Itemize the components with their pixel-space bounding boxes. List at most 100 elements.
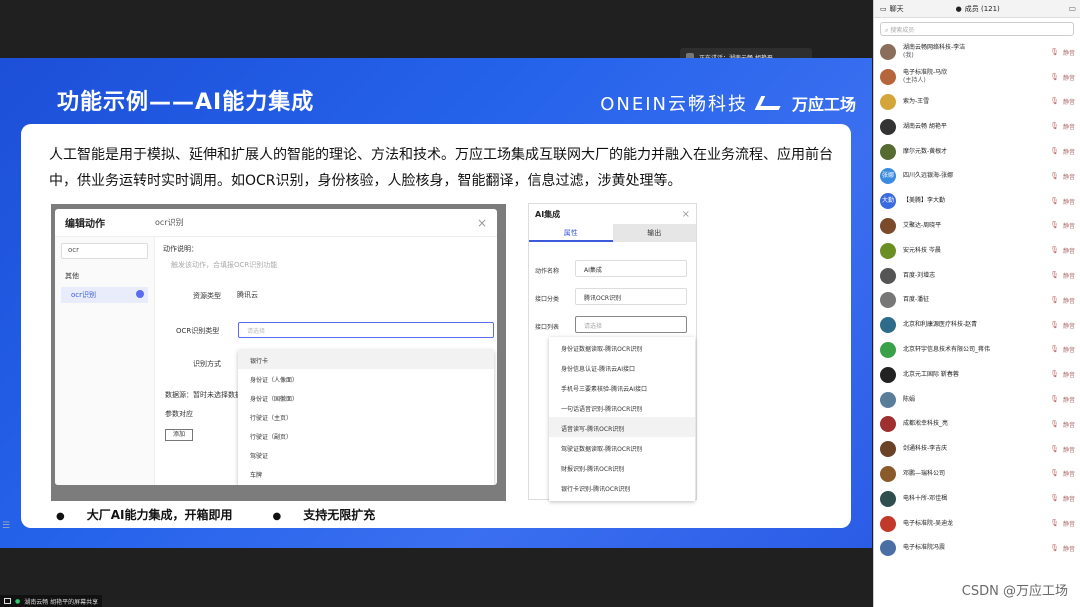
- mic-muted-icon[interactable]: 🎙: [1050, 395, 1059, 404]
- interface-list-select[interactable]: 请选择: [575, 316, 687, 333]
- mic-muted-icon[interactable]: 🎙: [1050, 296, 1059, 305]
- mic-muted-icon[interactable]: 🎙: [1050, 445, 1059, 454]
- member-row[interactable]: 张娜 四川久远银海-张娜 🎙 静音: [874, 164, 1080, 189]
- close-icon[interactable]: ×: [682, 209, 690, 220]
- selected-action-item[interactable]: ocr识别: [61, 287, 148, 303]
- ocr-type-option[interactable]: 文本: [238, 483, 494, 485]
- avatar: [880, 515, 896, 532]
- member-actions: 🎙 静音: [1050, 271, 1075, 280]
- member-row[interactable]: 北京和利康源医疗科技-赵青 🎙 静音: [874, 313, 1080, 338]
- mute-label: 静音: [1062, 347, 1075, 355]
- member-row[interactable]: 湖南云畅网络科技-李洁 (我) 🎙 静音: [874, 40, 1080, 65]
- add-button[interactable]: 添加: [165, 429, 193, 441]
- member-name: 剑通科技-李吉庆: [903, 445, 1050, 453]
- interface-option[interactable]: 银行卡识别-腾讯OCR识别: [549, 477, 695, 497]
- mic-muted-icon[interactable]: 🎙: [1050, 73, 1059, 82]
- member-row[interactable]: 大勤 【美腾】李大勤 🎙 静音: [874, 189, 1080, 214]
- mic-muted-icon[interactable]: 🎙: [1050, 469, 1059, 478]
- interface-option[interactable]: 驾驶证数据读取-腾讯OCR识别: [549, 437, 695, 457]
- ocr-type-option[interactable]: 驾驶证: [238, 445, 494, 464]
- avatar: [880, 317, 896, 334]
- member-row[interactable]: 电子标准院冯震 🎙 静音: [874, 536, 1080, 561]
- member-name: 百度-刘增志: [903, 272, 1050, 280]
- mic-muted-icon[interactable]: 🎙: [1050, 519, 1059, 528]
- mic-muted-icon[interactable]: 🎙: [1050, 97, 1059, 106]
- search-input[interactable]: ocr: [61, 243, 148, 259]
- interface-option[interactable]: 手机号三要素核验-腾讯云AI接口: [549, 377, 695, 397]
- member-search-input[interactable]: ⌕ 搜索成员: [880, 22, 1074, 36]
- sidebar-toggle-icon[interactable]: ☰: [2, 520, 16, 532]
- mic-muted-icon[interactable]: 🎙: [1050, 172, 1059, 181]
- member-row[interactable]: 湖南云畅 胡艳平 🎙 静音: [874, 114, 1080, 139]
- mic-muted-icon[interactable]: 🎙: [1050, 370, 1059, 379]
- members-tab-label: 成员 (121): [964, 4, 1000, 13]
- member-row[interactable]: 电子标准院-马欣 (主持人) 🎙 静音: [874, 65, 1080, 90]
- mic-muted-icon[interactable]: 🎙: [1050, 197, 1059, 206]
- member-row[interactable]: 剑通科技-李吉庆 🎙 静音: [874, 437, 1080, 462]
- ocr-type-option[interactable]: 身份证（国徽面）: [238, 388, 494, 407]
- mute-label: 静音: [1062, 397, 1075, 405]
- interface-option[interactable]: 身份信息认证-腾讯云AI接口: [549, 357, 695, 377]
- member-name-text: 电子标准院-马欣: [903, 69, 948, 77]
- mic-muted-icon[interactable]: 🎙: [1050, 48, 1059, 57]
- mic-muted-icon[interactable]: 🎙: [1050, 246, 1059, 255]
- mic-muted-icon[interactable]: 🎙: [1050, 544, 1059, 553]
- mic-muted-icon[interactable]: 🎙: [1050, 321, 1059, 330]
- member-row[interactable]: 电科十所-邓佳楫 🎙 静音: [874, 486, 1080, 511]
- mic-icon: ●: [15, 597, 21, 605]
- mic-muted-icon[interactable]: 🎙: [1050, 345, 1059, 354]
- ocr-type-option[interactable]: 车牌: [238, 464, 494, 483]
- member-name: 湖南云畅 胡艳平: [903, 123, 1050, 131]
- tab-chat[interactable]: ▭ 聊天: [874, 4, 910, 14]
- mic-muted-icon[interactable]: 🎙: [1050, 122, 1059, 131]
- ocr-type-option[interactable]: 行驶证（副页）: [238, 426, 494, 445]
- member-name-text: 安元科技 岑晨: [903, 246, 941, 254]
- interface-option[interactable]: 一句话语音识别-腾讯OCR识别: [549, 397, 695, 417]
- member-row[interactable]: 北京轩宇信息技术有限公司_蒋伟 🎙 静音: [874, 338, 1080, 363]
- mic-muted-icon[interactable]: 🎙: [1050, 147, 1059, 156]
- mic-muted-icon[interactable]: 🎙: [1050, 221, 1059, 230]
- ocr-type-option[interactable]: 行驶证（主页）: [238, 407, 494, 426]
- mic-muted-icon[interactable]: 🎙: [1050, 271, 1059, 280]
- feature-bullets: 大厂AI能力集成，开箱即用 支持无限扩充: [56, 506, 376, 523]
- interface-option[interactable]: 语音读写-腾讯OCR识别: [549, 417, 695, 437]
- mic-muted-icon[interactable]: 🎙: [1050, 420, 1059, 429]
- tab-members[interactable]: ● 成员 (121): [950, 4, 1006, 14]
- mute-label: 静音: [1062, 149, 1075, 157]
- member-row[interactable]: 摩尔元数-黄根才 🎙 静音: [874, 139, 1080, 164]
- member-row[interactable]: 北京元工国际 靳春蓉 🎙 静音: [874, 362, 1080, 387]
- minimize-icon[interactable]: ▭: [1064, 4, 1080, 13]
- member-name-text: 湖南云畅 胡艳平: [903, 122, 947, 130]
- ocr-type-option[interactable]: 身份证（人像面）: [238, 369, 494, 388]
- category-select[interactable]: 腾讯OCR识别: [575, 288, 687, 305]
- member-name-text: 索为-王雪: [903, 97, 930, 105]
- ocr-type-select[interactable]: 请选择: [238, 322, 494, 338]
- close-icon[interactable]: ×: [477, 216, 487, 230]
- interface-option[interactable]: 身份证数据读取-腾讯OCR识别: [549, 337, 695, 357]
- mute-label: 静音: [1062, 322, 1075, 330]
- avatar: [880, 118, 896, 135]
- member-row[interactable]: 艾聚达-周晓平 🎙 静音: [874, 214, 1080, 239]
- member-actions: 🎙 静音: [1050, 197, 1075, 206]
- interface-option[interactable]: 财报识别-腾讯OCR识别: [549, 457, 695, 477]
- desc-label: 动作说明：: [163, 245, 198, 253]
- member-row[interactable]: 百度-潘征 🎙 静音: [874, 288, 1080, 313]
- member-row[interactable]: 邓鹏—瑞科公司 🎙 静音: [874, 462, 1080, 487]
- ocr-type-option[interactable]: 银行卡: [238, 350, 494, 369]
- mic-muted-icon[interactable]: 🎙: [1050, 494, 1059, 503]
- desc-hint: 触发该动作，合填报OCR识别功能: [171, 261, 278, 269]
- member-row[interactable]: 安元科技 岑晨 🎙 静音: [874, 238, 1080, 263]
- tab-properties[interactable]: 属性: [529, 224, 613, 242]
- member-name: 艾聚达-周晓平: [903, 222, 1050, 230]
- member-row[interactable]: 索为-王雪 🎙 静音: [874, 90, 1080, 115]
- tab-output[interactable]: 输出: [612, 224, 696, 242]
- member-row[interactable]: 电子标准院-吴迪龙 🎙 静音: [874, 511, 1080, 536]
- group-label[interactable]: 其他: [55, 265, 154, 287]
- name-field[interactable]: AI集成: [575, 260, 687, 277]
- member-row[interactable]: 成都淞幸科技_亮 🎙 静音: [874, 412, 1080, 437]
- member-actions: 🎙 静音: [1050, 345, 1075, 354]
- member-row[interactable]: 陈娟 🎙 静音: [874, 387, 1080, 412]
- screen-share-badge: ● 湖南云畅 胡艳平的屏幕共享: [0, 595, 103, 607]
- resource-label: 资源类型: [193, 292, 221, 300]
- member-row[interactable]: 百度-刘增志 🎙 静音: [874, 263, 1080, 288]
